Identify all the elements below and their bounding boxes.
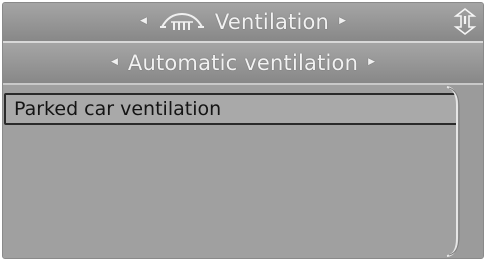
header-title: Ventilation xyxy=(214,10,330,34)
ventilation-icon xyxy=(159,12,204,30)
list-item-parked-car-ventilation[interactable]: Parked car ventilation xyxy=(4,93,459,125)
submenu-left-arrow-icon[interactable]: ◀ xyxy=(111,57,118,67)
scrollbar[interactable] xyxy=(443,85,483,258)
up-down-scroll-icon[interactable] xyxy=(452,7,478,36)
list-item-label: Parked car ventilation xyxy=(14,98,222,120)
header-right-arrow-icon[interactable]: ▶ xyxy=(339,16,346,26)
main-header: ◀ Ventilation ▶ xyxy=(3,3,483,43)
submenu-title: Automatic ventilation xyxy=(127,51,359,75)
submenu-header[interactable]: ◀ Automatic ventilation ▶ xyxy=(3,43,483,85)
idrive-screen: ◀ Ventilation ▶ ◀ Automatic ventilation … xyxy=(2,2,484,259)
menu-list: Parked car ventilation xyxy=(3,85,483,258)
submenu-right-arrow-icon[interactable]: ▶ xyxy=(368,57,375,67)
header-left-arrow-icon[interactable]: ◀ xyxy=(140,16,147,26)
